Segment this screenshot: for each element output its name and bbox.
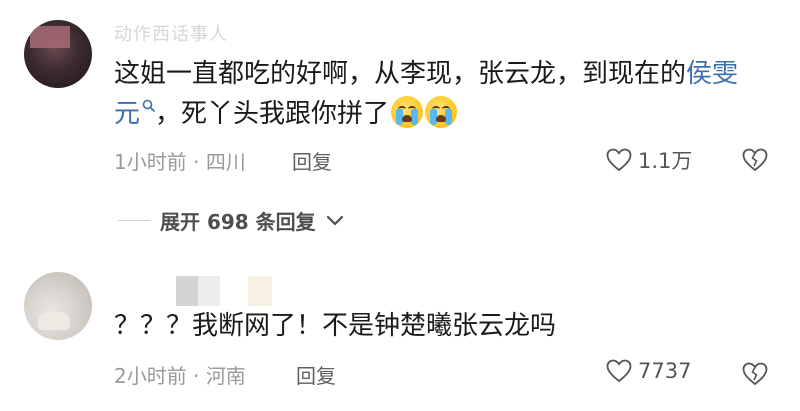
comment-text-part: ，死丫头我跟你拼了 [155,99,390,129]
loudly-crying-face-icon [425,95,458,128]
expand-replies-label: 展开 698 条回复 [160,210,316,234]
search-icon [142,99,155,112]
broken-heart-icon[interactable] [742,362,768,386]
chevron-down-icon [326,215,343,225]
timestamp: 1小时前 [114,150,187,174]
username-mosaic [176,276,198,306]
comment-text: 这姐一直都吃的好啊，从李现，张云龙，到现在的侯雯元 ，死丫头我跟你拼了 [114,54,764,134]
location: 河南 [205,364,246,388]
avatar[interactable] [24,272,92,340]
reply-button[interactable]: 回复 [292,146,332,175]
divider [118,220,150,221]
username-mosaic [248,276,272,306]
comment-text-part: 这姐一直都吃的好啊，从李现，张云龙，到现在的 [114,59,687,89]
like-count: 7737 [638,359,692,383]
location: 四川 [205,150,246,174]
reply-button[interactable]: 回复 [296,360,336,389]
like-count: 1.1万 [638,149,693,173]
username-mosaic [198,276,220,306]
expand-replies-button[interactable]: 展开 698 条回复 [118,206,344,235]
meta-separator: · [186,150,206,174]
comment-text: ？？？我断网了！不是钟楚曦张云龙吗 [114,311,557,341]
heart-icon [606,359,632,383]
loudly-crying-face-icon [391,95,424,128]
like-button[interactable]: 7737 [606,359,691,383]
heart-icon [606,148,632,172]
broken-heart-icon[interactable] [742,148,768,172]
meta-separator: · [186,364,206,388]
username[interactable]: 动作西话事人 [114,20,228,46]
comment-meta: 2小时前 · 河南 [114,360,246,389]
comment-meta: 1小时前 · 四川 [114,146,246,175]
avatar[interactable] [24,20,92,88]
timestamp: 2小时前 [114,364,187,388]
like-button[interactable]: 1.1万 [606,145,692,175]
